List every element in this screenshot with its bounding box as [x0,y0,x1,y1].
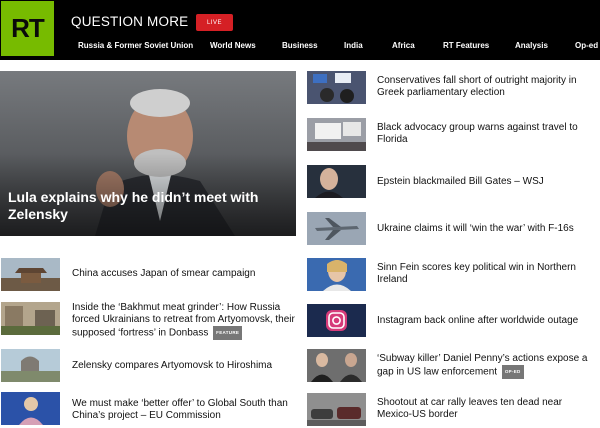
nav-rt-features[interactable]: RT Features [443,41,489,50]
thumb-car-rally [307,393,366,426]
list-item[interactable]: ‘Subway killer’ Daniel Penny’s actions e… [305,349,600,383]
thumb-subway-killer [307,349,366,382]
list-item[interactable]: Shootout at car rally leaves ten dead ne… [305,393,600,427]
list-item[interactable]: Zelensky compares Artyomovsk to Hiroshim… [0,349,300,383]
live-button[interactable]: LIVE [196,14,233,31]
thumb-bill-gates [307,165,366,198]
thumb-f16-jet [307,212,366,245]
headline[interactable]: Inside the ‘Bakhmut meat grinder’: How R… [72,302,300,340]
thumb-bakhmut [1,302,60,335]
nav-india[interactable]: India [344,41,363,50]
headline[interactable]: Black advocacy group warns against trave… [377,122,599,146]
headline[interactable]: Instagram back online after worldwide ou… [377,315,599,327]
headline-text[interactable]: Inside the ‘Bakhmut meat grinder’: How R… [72,302,295,339]
thumb-florida-protest [307,118,366,151]
headline-text[interactable]: ‘Subway killer’ Daniel Penny’s actions e… [377,353,587,378]
feature-badge: FEATURE [213,326,243,340]
headline[interactable]: We must make ‘better offer’ to Global So… [72,398,297,422]
headline[interactable]: China accuses Japan of smear campaign [72,268,297,280]
site-header: RT QUESTION MORE LIVE Russia & Former So… [0,0,600,60]
headline[interactable]: Sinn Fein scores key political win in No… [377,262,599,286]
headline[interactable]: ‘Subway killer’ Daniel Penny’s actions e… [377,353,599,379]
nav-op-ed[interactable]: Op-ed [575,41,598,50]
list-item[interactable]: Sinn Fein scores key political win in No… [305,258,600,292]
list-item[interactable]: We must make ‘better offer’ to Global So… [0,392,300,426]
thumb-greek-election [307,71,366,104]
thumb-instagram [307,304,366,337]
op-ed-badge: OP-ED [501,365,524,379]
headline[interactable]: Epstein blackmailed Bill Gates – WSJ [377,176,599,188]
thumb-pagoda [1,258,60,291]
thumb-eu-commission [1,392,60,425]
headline[interactable]: Zelensky compares Artyomovsk to Hiroshim… [72,360,297,372]
thumb-sinn-fein [307,258,366,291]
list-item[interactable]: Black advocacy group warns against trave… [305,118,600,152]
list-item[interactable]: Inside the ‘Bakhmut meat grinder’: How R… [0,302,300,340]
thumb-hiroshima [1,349,60,382]
list-item[interactable]: Epstein blackmailed Bill Gates – WSJ [305,165,600,199]
hero-story[interactable]: Lula explains why he didn’t meet with Ze… [0,71,296,236]
nav-world-news[interactable]: World News [210,41,256,50]
list-item[interactable]: Instagram back online after worldwide ou… [305,304,600,338]
hero-headline[interactable]: Lula explains why he didn’t meet with Ze… [8,189,288,223]
list-item[interactable]: Conservatives fall short of outright maj… [305,71,600,105]
headline[interactable]: Shootout at car rally leaves ten dead ne… [377,397,599,421]
headline[interactable]: Conservatives fall short of outright maj… [377,75,599,99]
headline[interactable]: Ukraine claims it will ‘win the war’ wit… [377,223,599,235]
nav-analysis[interactable]: Analysis [515,41,548,50]
list-item[interactable]: Ukraine claims it will ‘win the war’ wit… [305,212,600,246]
main-nav: Russia & Former Soviet Union World News … [0,40,600,54]
list-item[interactable]: China accuses Japan of smear campaign [0,258,300,292]
nav-africa[interactable]: Africa [392,41,415,50]
nav-business[interactable]: Business [282,41,318,50]
tagline: QUESTION MORE [71,14,189,29]
nav-russia[interactable]: Russia & Former Soviet Union [78,41,193,50]
